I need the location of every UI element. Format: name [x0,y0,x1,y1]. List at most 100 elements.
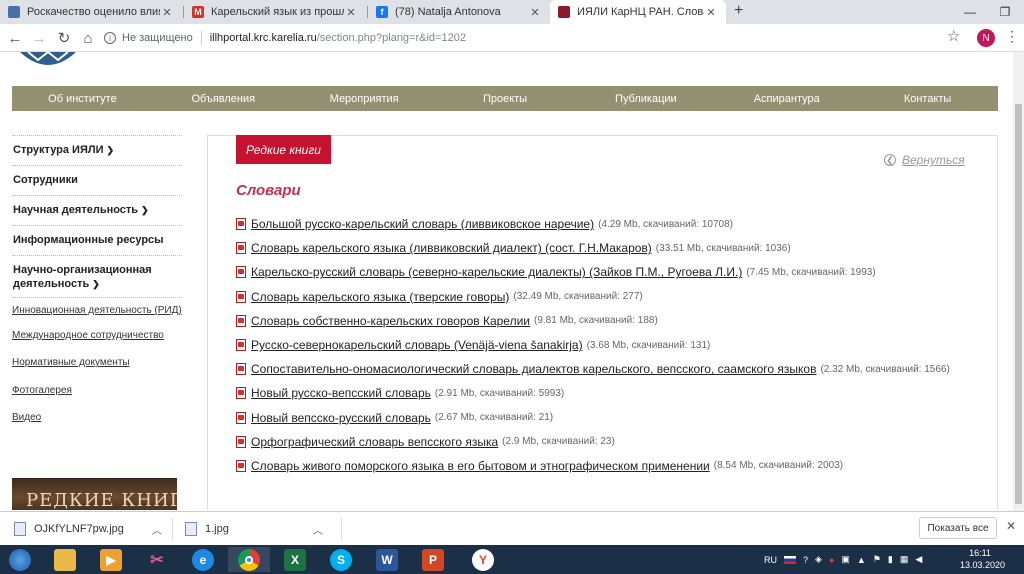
nav-announcements[interactable]: Объявления [153,86,294,111]
list-item: Большой русско-карельский словарь (ливви… [236,212,950,236]
page-title: Словари [236,182,301,199]
sidebar-item-label: Информационные ресурсы [13,234,164,246]
chevron-down-icon: ❯ [92,279,100,289]
system-tray: RU ? ◈ ● ▣ ▲ ⚑ ▮ ▦ ◀ [764,545,929,574]
back-arrow-icon[interactable]: ← [6,29,24,47]
section-tag[interactable]: Редкие книги [236,135,331,164]
taskbar-scissors[interactable]: ✂ [136,547,178,572]
nav-projects[interactable]: Проекты [435,86,576,111]
powerpoint-icon: P [422,548,444,571]
nav-postgraduate[interactable]: Аспирантура [716,86,857,111]
chevron-up-icon[interactable]: ︿ [313,522,323,537]
file-link[interactable]: Словарь карельского языка (тверские гово… [251,290,509,304]
file-link[interactable]: Словарь карельского языка (ливвиковский … [251,241,652,255]
profile-avatar[interactable]: N [977,29,995,47]
start-button[interactable] [0,547,40,572]
taskbar-clock[interactable]: 16:11 13.03.2020 [960,547,1005,571]
download-item[interactable]: 1.jpg ︿ [185,512,323,546]
file-link[interactable]: Русско-севернокарельский словарь (Venäjä… [251,338,583,352]
list-item: Словарь карельского языка (тверские гово… [236,285,950,309]
taskbar-excel[interactable]: X [274,547,316,572]
page-scrollbar[interactable] [1013,52,1024,511]
new-tab-icon[interactable]: + [734,2,743,20]
chevron-up-icon[interactable]: ︿ [152,522,162,537]
network-icon[interactable]: ▦ [900,554,909,565]
sidebar-item-staff[interactable]: Сотрудники [12,165,182,195]
sidebar: Структура ИЯЛИ ❯ Сотрудники Научная деяте… [12,135,182,424]
sidebar-item-research[interactable]: Научная деятельность ❯ [12,195,182,225]
taskbar-yandex[interactable]: Y [462,547,504,572]
file-link[interactable]: Словарь живого поморского языка в его бы… [251,459,710,473]
forward-arrow-icon[interactable]: → [30,29,48,47]
language-indicator[interactable]: RU [764,555,777,565]
file-meta: (9.81 Mb, скачиваний: 188) [534,315,658,327]
sidebar-item-structure[interactable]: Структура ИЯЛИ ❯ [12,135,182,165]
close-downloads-icon[interactable]: ✕ [1006,519,1016,533]
taskbar-chrome[interactable] [228,547,270,572]
browser-menu-icon[interactable]: ⋮ [1005,28,1019,45]
download-item[interactable]: OJKfYLNF7pw.jpg ︿ [14,512,162,546]
file-link[interactable]: Словарь собственно-карельских говоров Ка… [251,314,530,328]
close-tab-icon[interactable]: ✕ [160,6,174,19]
sidebar-item-org-activity[interactable]: Научно-организационная деятельность ❯ [12,255,182,297]
tray-app-icon[interactable]: ▣ [841,554,850,565]
sidebar-link-international[interactable]: Международное сотрудничество [12,329,182,342]
taskbar-skype[interactable]: S [320,547,362,572]
close-tab-icon[interactable]: ✕ [528,6,542,19]
list-item: Новый русско-вепсский словарь (2.91 Mb, с… [236,381,950,405]
reload-icon[interactable]: ↻ [55,29,73,47]
nav-publications[interactable]: Публикации [575,86,716,111]
pdf-icon [236,435,247,448]
sidebar-link-normative[interactable]: Нормативные документы [12,356,182,369]
restore-window-icon[interactable]: ❐ [986,0,1024,24]
file-link[interactable]: Большой русско-карельский словарь (ливви… [251,217,594,231]
tab-karelian-language[interactable]: M Карельский язык из прошлого ✕ [184,0,366,24]
close-tab-icon[interactable]: ✕ [344,6,358,19]
tray-app-icon[interactable]: ◈ [815,554,822,565]
file-meta: (2.91 Mb, скачиваний: 5993) [434,387,565,399]
tab-dictionaries-active[interactable]: ИЯЛИ КарНЦ РАН. Словари ✕ [550,0,726,24]
file-link[interactable]: Карельско-русский словарь (северно-карел… [251,265,742,279]
institute-logo-icon[interactable] [18,52,78,68]
battery-icon[interactable]: ▮ [888,554,893,565]
tab-title: Карельский язык из прошлого [211,6,344,18]
chevron-up-icon[interactable]: ▲ [857,555,866,565]
file-link[interactable]: Сопоставительно-ономасиологический слова… [251,362,816,376]
taskbar-word[interactable]: W [366,547,408,572]
clock-time: 16:11 [969,548,991,558]
sidebar-link-photogallery[interactable]: Фотогалерея [12,384,182,397]
minimize-window-icon[interactable]: — [953,0,987,24]
file-link[interactable]: Новый русско-вепсский словарь [251,386,431,400]
taskbar-powerpoint[interactable]: P [412,547,454,572]
file-meta: (2.67 Mb, скачиваний: 21) [434,412,554,424]
antivirus-icon[interactable]: ● [829,555,834,565]
nav-about[interactable]: Об институте [12,86,153,111]
rare-books-banner[interactable]: РЕДКИЕ КНИГИ [12,478,177,510]
help-icon[interactable]: ? [803,555,808,565]
info-icon[interactable]: i [104,32,116,44]
russian-flag-icon[interactable] [784,555,796,564]
sidebar-link-video[interactable]: Видео [12,411,182,424]
tab-facebook[interactable]: f (78) Natalja Antonova ✕ [368,0,550,24]
nav-events[interactable]: Мероприятия [294,86,435,111]
list-item: Русско-севернокарельский словарь (Venäjä… [236,333,950,357]
scrollbar-thumb[interactable] [1015,104,1022,504]
file-link[interactable]: Орфографический словарь вепсского языка [251,435,498,449]
taskbar-ie[interactable]: e [182,547,224,572]
back-link[interactable]: ❮ Вернуться [884,153,965,167]
tab-roskachestvo[interactable]: Роскачество оценило влияние ✕ [0,0,182,24]
media-player-icon: ▶ [100,548,122,571]
taskbar-explorer[interactable] [44,547,86,572]
show-all-downloads-button[interactable]: Показать все [919,517,997,539]
home-icon[interactable]: ⌂ [79,29,97,47]
url-input[interactable]: i Не защищено illhportal.krc.karelia.ru/… [104,27,964,49]
taskbar-media-player[interactable]: ▶ [90,547,132,572]
sidebar-item-info-resources[interactable]: Информационные ресурсы [12,225,182,255]
nav-contacts[interactable]: Контакты [857,86,998,111]
file-link[interactable]: Новый вепсско-русский словарь [251,411,431,425]
bookmark-star-icon[interactable]: ☆ [947,27,960,45]
volume-icon[interactable]: ◀ [915,554,922,565]
flag-icon[interactable]: ⚑ [873,554,881,565]
close-tab-icon[interactable]: ✕ [704,6,718,19]
sidebar-link-innovation[interactable]: Инновационная деятельность (РИД) [12,304,182,317]
